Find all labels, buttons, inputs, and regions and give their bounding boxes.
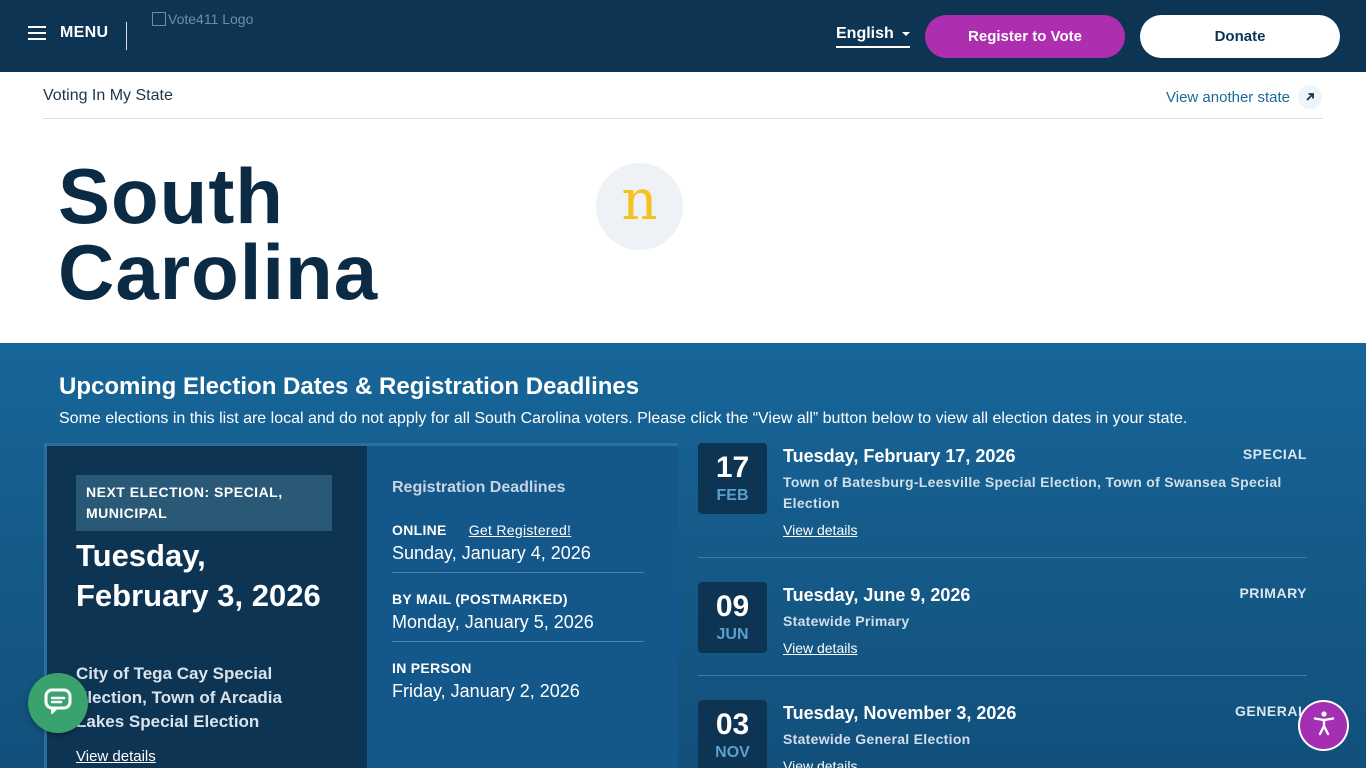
- election-title: Tuesday, June 9, 2026: [783, 585, 971, 605]
- divider: [392, 572, 644, 573]
- next-election-label: NEXT ELECTION: SPECIAL, MUNICIPAL: [76, 475, 332, 531]
- arrow-up-right-icon: [1298, 85, 1322, 109]
- election-view-details-link[interactable]: View details: [783, 640, 857, 656]
- election-view-details-link[interactable]: View details: [783, 758, 857, 768]
- chat-icon: [43, 686, 73, 721]
- election-date-box: 17 FEB: [698, 443, 767, 514]
- view-another-state-link[interactable]: View another state: [1166, 85, 1322, 109]
- menu-label: MENU: [60, 24, 109, 41]
- election-description: Statewide Primary: [783, 613, 910, 629]
- menu-button[interactable]: MENU: [28, 24, 108, 42]
- chevron-down-icon: [901, 32, 910, 36]
- registration-in-person: IN PERSON Friday, January 2, 2026: [392, 660, 644, 702]
- view-another-state-label: View another state: [1166, 88, 1290, 106]
- chat-button[interactable]: [28, 673, 88, 733]
- hamburger-icon: [28, 26, 46, 40]
- registration-online: ONLINE Get Registered! Sunday, January 4…: [392, 522, 644, 564]
- election-month: JUN: [716, 625, 749, 643]
- election-title: Tuesday, November 3, 2026: [783, 703, 1017, 723]
- language-selector[interactable]: English: [836, 25, 910, 48]
- divider: [698, 557, 1307, 558]
- election-month: NOV: [715, 743, 750, 761]
- election-day: 09: [715, 589, 750, 623]
- broken-image-icon: [152, 12, 166, 26]
- elections-title: Upcoming Election Dates & Registration D…: [59, 373, 640, 400]
- in-person-deadline: Friday, January 2, 2026: [392, 681, 580, 701]
- badge-letter: n: [621, 167, 658, 233]
- get-registered-link[interactable]: Get Registered!: [469, 522, 572, 538]
- online-deadline: Sunday, January 4, 2026: [392, 543, 591, 563]
- register-to-vote-button[interactable]: Register to Vote: [925, 15, 1125, 58]
- election-description: Town of Batesburg-Leesville Special Elec…: [783, 474, 1282, 511]
- registration-mail: BY MAIL (POSTMARKED) Monday, January 5, …: [392, 591, 644, 633]
- logo-alt-text: Vote411 Logo: [168, 11, 254, 27]
- page-section-label: Voting In My State: [43, 87, 173, 104]
- online-label: ONLINE: [392, 522, 447, 538]
- election-view-details-link[interactable]: View details: [783, 522, 857, 538]
- mail-deadline: Monday, January 5, 2026: [392, 612, 594, 632]
- next-election-panel: NEXT ELECTION: SPECIAL, MUNICIPAL Tuesda…: [47, 446, 367, 768]
- election-date-box: 09 JUN: [698, 582, 767, 653]
- next-election-card: NEXT ELECTION: SPECIAL, MUNICIPAL Tuesda…: [44, 443, 678, 768]
- state-title-line1: South: [58, 152, 284, 240]
- election-type: PRIMARY: [1239, 585, 1307, 601]
- election-month: FEB: [716, 486, 749, 504]
- top-navigation-bar: MENU Vote411 Logo English Register to Vo…: [0, 0, 1366, 72]
- divider: [392, 641, 644, 642]
- menu-divider: [126, 22, 127, 50]
- election-date-box: 03 NOV: [698, 700, 767, 768]
- language-label: English: [836, 25, 894, 42]
- elections-description: Some elections in this list are local an…: [59, 410, 1188, 427]
- election-day: 17: [715, 450, 750, 484]
- state-title: South Carolina: [58, 152, 478, 316]
- elections-section: Upcoming Election Dates & Registration D…: [0, 343, 1366, 768]
- next-election-date: Tuesday, February 3, 2026: [76, 538, 321, 613]
- divider: [43, 118, 1323, 119]
- divider: [698, 675, 1307, 676]
- accessibility-button[interactable]: [1300, 702, 1347, 749]
- donate-button[interactable]: Donate: [1140, 15, 1340, 58]
- accessibility-icon: [1310, 709, 1338, 742]
- election-day: 03: [715, 707, 750, 741]
- registration-deadlines-panel: Registration Deadlines ONLINE Get Regist…: [367, 446, 678, 768]
- vote411-logo[interactable]: Vote411 Logo: [152, 11, 253, 27]
- next-election-description: City of Tega Cay Special Election, Town …: [76, 664, 282, 731]
- in-person-label: IN PERSON: [392, 660, 472, 676]
- registration-deadlines-title: Registration Deadlines: [392, 479, 566, 496]
- next-election-view-details-link[interactable]: View details: [76, 748, 156, 765]
- state-title-line2: Carolina: [58, 228, 379, 316]
- state-badge: n: [596, 163, 683, 250]
- election-type: SPECIAL: [1242, 446, 1307, 462]
- mail-label: BY MAIL (POSTMARKED): [392, 591, 568, 607]
- election-type: GENERAL: [1235, 703, 1307, 719]
- election-title: Tuesday, February 17, 2026: [783, 446, 1016, 466]
- election-description: Statewide General Election: [783, 731, 971, 747]
